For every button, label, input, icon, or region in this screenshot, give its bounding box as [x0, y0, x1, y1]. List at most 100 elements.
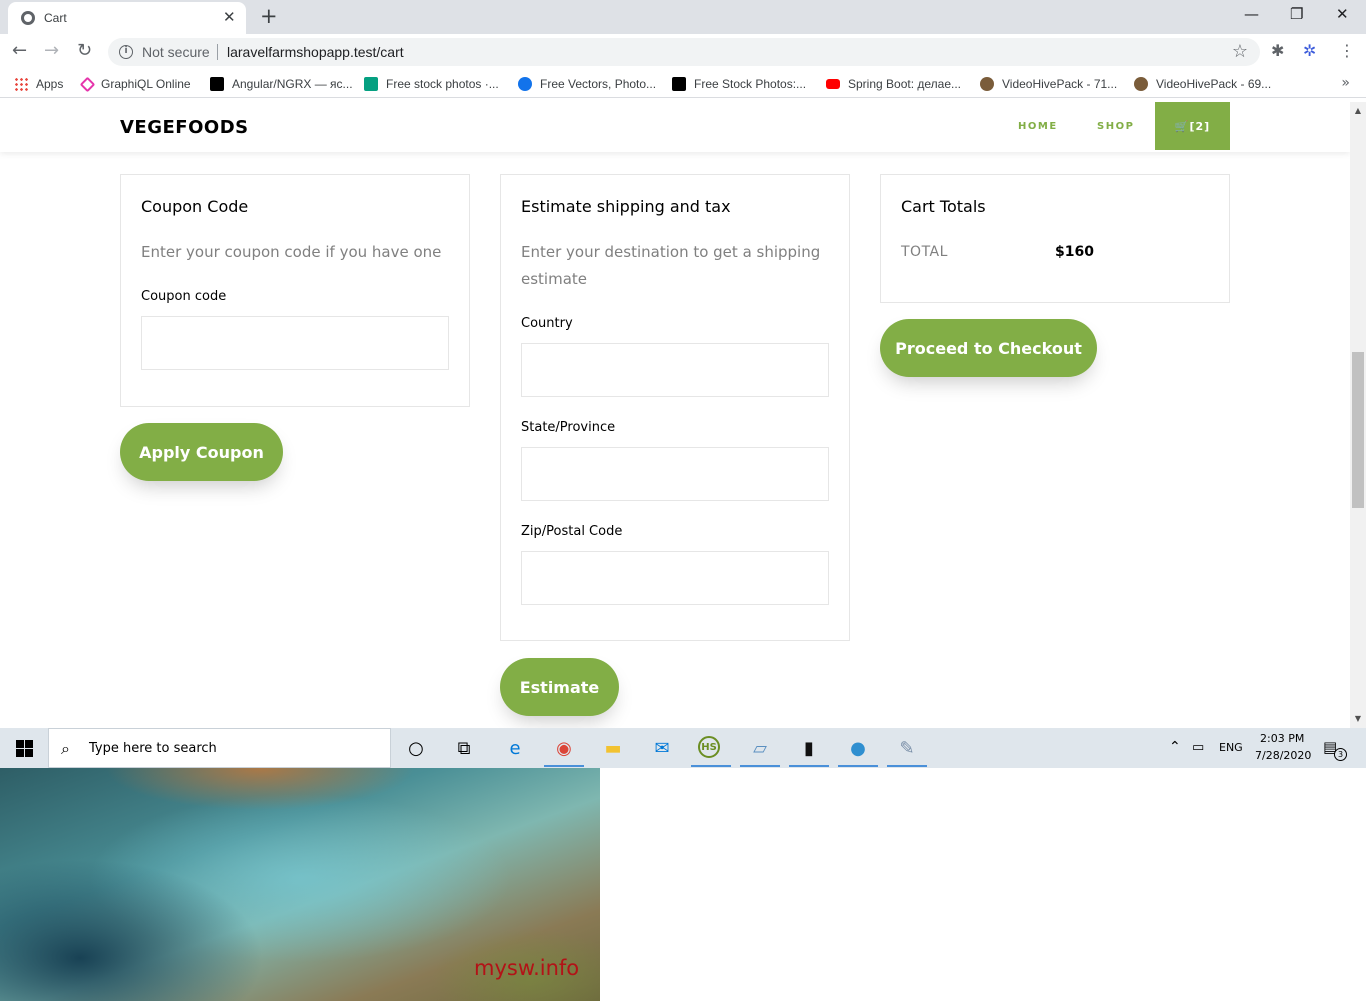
zip-label: Zip/Postal Code [521, 524, 623, 539]
videohive-icon [1134, 77, 1148, 91]
estimate-button[interactable]: Estimate [500, 658, 619, 716]
state-input[interactable] [521, 447, 829, 501]
nav-shop-link[interactable]: SHOP [1097, 121, 1134, 132]
bookmark-item[interactable]: Free Stock Photos:... [672, 76, 806, 92]
url-text[interactable]: laravelfarmshopapp.test/cart [227, 44, 404, 60]
site-navbar: VEGEFOODS HOME SHOP 🛒[2] [0, 102, 1350, 152]
coupon-card: Coupon Code Enter your coupon code if yo… [120, 174, 470, 407]
close-window-button[interactable]: ✕ [1336, 5, 1349, 23]
total-label: TOTAL [901, 244, 948, 260]
app-running-indicator [789, 765, 829, 767]
extensions-icon[interactable]: ✱ [1271, 42, 1284, 60]
bookmark-item[interactable]: Free stock photos ·... [364, 76, 499, 92]
coupon-code-input[interactable] [141, 316, 449, 370]
browser-menu-icon[interactable]: ⋮ [1339, 42, 1355, 60]
app-running-indicator [691, 765, 731, 767]
apply-coupon-button[interactable]: Apply Coupon [120, 423, 283, 481]
watermark-text: mysw.info [474, 956, 580, 980]
app-running-indicator [887, 765, 927, 767]
edge-icon[interactable]: e [502, 736, 528, 760]
country-input[interactable] [521, 343, 829, 397]
coupon-title: Coupon Code [141, 197, 249, 216]
mail-icon[interactable]: ✉ [649, 736, 675, 760]
tab-title: Cart [44, 11, 67, 25]
language-indicator[interactable]: ENG [1219, 741, 1243, 754]
shipping-description: Enter your destination to get a shipping… [521, 243, 821, 288]
app-running-indicator [740, 765, 780, 767]
bookmark-item[interactable]: GraphiQL Online [79, 76, 191, 92]
bookmark-item[interactable]: VideoHivePack - 69... [1134, 76, 1271, 92]
coupon-code-label: Coupon code [141, 289, 227, 304]
browser-toolbar: ← → ↻ i Not secure laravelfarmshopapp.te… [0, 34, 1366, 70]
globe-icon [21, 11, 35, 25]
close-tab-icon[interactable]: ✕ [223, 8, 236, 26]
apps-icon [14, 77, 28, 91]
nav-home-link[interactable]: HOME [1018, 121, 1058, 132]
heidisql-icon[interactable]: HS [698, 736, 720, 758]
restore-button[interactable]: ❐ [1290, 5, 1303, 23]
omnibox-divider [217, 44, 218, 60]
state-label: State/Province [521, 420, 616, 435]
windows-start-icon[interactable] [16, 740, 33, 757]
taskbar-search-box[interactable]: ⌕ Type here to search [48, 728, 391, 768]
scrollbar-thumb[interactable] [1352, 352, 1364, 508]
bookmark-item[interactable]: Free Vectors, Photo... [518, 76, 656, 92]
paint-icon[interactable]: ✎ [894, 736, 920, 760]
bookmark-item[interactable]: Angular/NGRX — яс... [210, 76, 353, 92]
page-scrollbar[interactable]: ▲ ▼ [1350, 102, 1366, 728]
reload-icon[interactable]: ↻ [77, 42, 92, 60]
address-bar[interactable]: i Not secure laravelfarmshopapp.test/car… [108, 38, 1260, 66]
windows-taskbar: ⌕ Type here to search ○ ⧉ e ◉ ▬ ✉ HS ▱ ▮ ● ✎ ⌃ ▭… [0, 728, 1366, 768]
minimize-button[interactable]: — [1244, 5, 1259, 23]
cortana-icon[interactable]: ○ [403, 736, 429, 760]
app-running-indicator [544, 765, 584, 767]
new-tab-button[interactable]: + [260, 5, 278, 27]
country-label: Country [521, 316, 573, 331]
forward-icon[interactable]: → [44, 42, 59, 60]
total-value: $160 [1055, 244, 1094, 260]
postgres-icon[interactable]: ● [845, 736, 871, 760]
search-icon: ⌕ [61, 739, 70, 758]
cart-totals-card: Cart Totals TOTAL $160 [880, 174, 1230, 303]
zip-input[interactable] [521, 551, 829, 605]
chrome-icon[interactable]: ◉ [551, 736, 577, 760]
task-view-icon[interactable]: ⧉ [451, 736, 477, 760]
cart-totals-title: Cart Totals [901, 197, 986, 216]
bookmark-star-icon[interactable]: ☆ [1232, 41, 1248, 62]
bookmark-item[interactable]: Spring Boot: делае... [826, 76, 961, 92]
scroll-up-icon[interactable]: ▲ [1353, 106, 1363, 115]
shipping-title: Estimate shipping and tax [521, 197, 731, 216]
freepik-icon [518, 77, 532, 91]
tab-cart[interactable]: Cart ✕ [8, 2, 246, 34]
site-logo[interactable]: VEGEFOODS [120, 117, 249, 138]
terminal-icon[interactable]: ▮ [796, 736, 822, 760]
videohive-icon [980, 77, 994, 91]
notification-count-badge: 3 [1334, 748, 1347, 761]
pexels-icon [364, 77, 378, 91]
battery-icon[interactable]: ▭ [1192, 740, 1204, 755]
notepad-icon[interactable]: ▱ [747, 736, 773, 760]
info-icon[interactable]: i [119, 45, 133, 59]
clock-time[interactable]: 2:03 PM [1260, 732, 1304, 745]
more-bookmarks-icon[interactable]: » [1341, 75, 1350, 91]
clock-date[interactable]: 7/28/2020 [1255, 749, 1311, 762]
proceed-to-checkout-button[interactable]: Proceed to Checkout [880, 319, 1097, 377]
back-icon[interactable]: ← [12, 42, 27, 60]
browser-tabstrip: Cart ✕ + — ❐ ✕ [0, 0, 1366, 34]
bookmark-item[interactable]: Apps [14, 76, 63, 92]
graphiql-icon [79, 76, 96, 92]
medium-icon [210, 77, 224, 91]
desktop-wallpaper: mysw.info [0, 768, 600, 1001]
nav-cart-link[interactable]: 🛒[2] [1155, 102, 1230, 150]
file-explorer-icon[interactable]: ▬ [600, 736, 626, 760]
burst-icon [672, 77, 686, 91]
security-label[interactable]: Not secure [142, 44, 210, 60]
page-viewport: VEGEFOODS HOME SHOP 🛒[2] Coupon Code Ent… [0, 102, 1350, 728]
tray-chevron-icon[interactable]: ⌃ [1169, 739, 1181, 755]
bookmark-item[interactable]: VideoHivePack - 71... [980, 76, 1117, 92]
scroll-down-icon[interactable]: ▼ [1353, 714, 1363, 723]
profile-extension-icon[interactable]: ✲ [1303, 42, 1316, 60]
taskbar-search-placeholder: Type here to search [89, 741, 217, 756]
shipping-card: Estimate shipping and tax Enter your des… [500, 174, 850, 641]
youtube-icon [826, 79, 840, 89]
